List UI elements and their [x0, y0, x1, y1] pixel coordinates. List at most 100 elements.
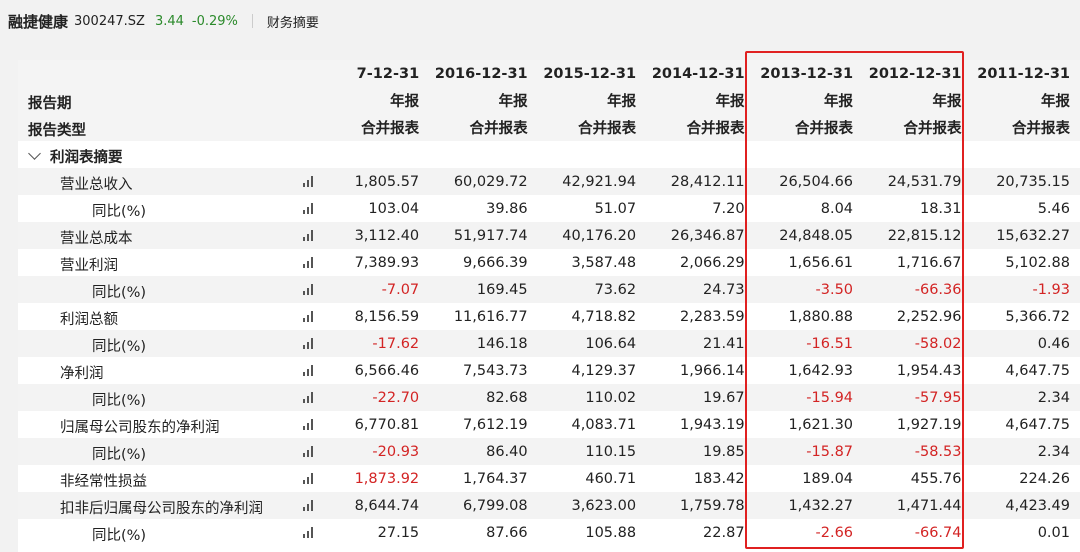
table-cell: 5,102.88 [971, 249, 1080, 276]
table-cell: 20,735.15 [971, 168, 1080, 195]
chevron-down-icon[interactable] [28, 147, 41, 160]
bar-chart-icon[interactable] [302, 527, 317, 538]
row-label-text: 营业利润 [60, 258, 118, 274]
table-cell: 4,647.75 [971, 411, 1080, 438]
table-cell: 7.20 [646, 195, 755, 222]
row-chart-cell[interactable] [296, 276, 324, 303]
column-date: 2015-12-31 [537, 60, 647, 87]
tab-financial-summary[interactable]: 财务摘要 [267, 12, 319, 31]
table-row: 同比(%) -22.70 82.68 110.02 19.67 -15.94 -57.95 2… [18, 384, 1080, 411]
table-row: 非经常性损益 1,873.92 1,764.37 460.71 183.42 189.04… [18, 465, 1080, 492]
table-cell: -7.07 [323, 276, 430, 303]
row-chart-cell[interactable] [296, 195, 324, 222]
section-label[interactable]: 利润表摘要 [18, 141, 297, 168]
row-chart-cell[interactable] [296, 384, 324, 411]
section-cell [863, 141, 972, 168]
table-cell: 4,647.75 [971, 357, 1080, 384]
header-cell: 年报 [537, 87, 647, 114]
bar-chart-icon[interactable] [302, 392, 317, 403]
table-cell: 8.04 [754, 195, 864, 222]
header-cell: 年报 [429, 87, 538, 114]
row-label: 扣非后归属母公司股东的净利润 [18, 492, 297, 519]
row-chart-cell[interactable] [296, 411, 324, 438]
header-cell: 年报 [323, 87, 430, 114]
table-cell: 82.68 [429, 384, 538, 411]
bar-chart-icon[interactable] [302, 446, 317, 457]
table-cell: 1,471.44 [863, 492, 972, 519]
header-label-text: 报告期 [28, 96, 72, 112]
table-row: 营业利润 7,389.93 9,666.39 3,587.48 2,066.29 1,65… [18, 249, 1080, 276]
table-row: 营业总收入 1,805.57 60,029.72 42,921.94 28,412.11… [18, 168, 1080, 195]
section-cell [971, 141, 1080, 168]
bar-chart-icon[interactable] [302, 500, 317, 511]
row-label: 营业总成本 [18, 222, 297, 249]
table-cell: 1,716.67 [863, 249, 972, 276]
table-row: 同比(%) 27.15 87.66 105.88 22.87 -2.66 -66.74 0.0… [18, 519, 1080, 546]
header-cell: 合并报表 [646, 114, 755, 141]
column-date: 7-12-31 [323, 60, 430, 87]
header-cell: 年报 [863, 87, 972, 114]
row-chart-cell[interactable] [296, 438, 324, 465]
table-cell: 24,531.79 [863, 168, 972, 195]
bar-chart-icon[interactable] [302, 473, 317, 484]
bar-chart-icon[interactable] [302, 338, 317, 349]
table-cell: 4,423.49 [971, 492, 1080, 519]
table-cell: -1.93 [971, 276, 1080, 303]
table-cell: 51,917.74 [429, 222, 538, 249]
table-cell: -2.66 [754, 519, 864, 546]
bar-chart-icon[interactable] [302, 311, 317, 322]
column-date: 2011-12-31 [971, 60, 1080, 87]
table-cell: 105.88 [537, 519, 647, 546]
table-cell: 1,432.27 [754, 492, 864, 519]
row-chart-cell[interactable] [296, 303, 324, 330]
column-date: 2016-12-31 [429, 60, 538, 87]
bar-chart-icon[interactable] [302, 203, 317, 214]
table-cell: 3,623.00 [537, 492, 647, 519]
section-cell [323, 141, 430, 168]
table-cell: 1,621.30 [754, 411, 864, 438]
table-cell: -66.74 [863, 519, 972, 546]
stock-name: 融捷健康 [8, 12, 69, 31]
row-chart-cell[interactable] [296, 222, 324, 249]
bar-chart-icon[interactable] [302, 176, 317, 187]
table-cell: 146.18 [429, 330, 538, 357]
table-cell: 2,252.96 [863, 303, 972, 330]
row-label-text: 非经常性损益 [60, 474, 147, 490]
header-row-type: 报告类型 合并报表 合并报表 合并报表 合并报表 合并报表 合并报表 合并报表 [18, 114, 1080, 141]
row-label-text: 同比(%) [92, 528, 147, 544]
row-label: 营业总收入 [18, 168, 297, 195]
stock-price: 3.44 [154, 13, 184, 29]
table-cell: 73.62 [537, 276, 647, 303]
bar-chart-icon[interactable] [302, 284, 317, 295]
bar-chart-icon[interactable] [302, 230, 317, 241]
table-cell: -58.53 [863, 438, 972, 465]
bar-chart-icon[interactable] [302, 419, 317, 430]
table-cell: 9,666.39 [429, 249, 538, 276]
table-cell: -20.93 [323, 438, 430, 465]
row-chart-cell[interactable] [296, 519, 324, 546]
row-label-text: 扣非后归属母公司股东的净利润 [60, 501, 263, 517]
table-cell: 1,873.92 [323, 465, 430, 492]
row-chart-cell[interactable] [296, 465, 324, 492]
row-chart-cell[interactable] [296, 492, 324, 519]
table-row: 营业总成本 3,112.40 51,917.74 40,176.20 26,346.87… [18, 222, 1080, 249]
table-cell: 19.67 [646, 384, 755, 411]
header-divider [251, 14, 253, 28]
row-chart-cell[interactable] [296, 357, 324, 384]
table-cell: 2,283.59 [646, 303, 755, 330]
row-chart-cell[interactable] [296, 168, 324, 195]
bar-chart-icon[interactable] [302, 257, 317, 268]
bar-chart-icon[interactable] [302, 365, 317, 376]
section-cell [646, 141, 755, 168]
row-chart-cell[interactable] [296, 330, 324, 357]
table-cell: 2.34 [971, 384, 1080, 411]
section-spacer [296, 141, 324, 168]
table-row: 同比(%) -20.93 86.40 110.15 19.85 -15.87 -58.53 2… [18, 438, 1080, 465]
table-row: 净利润 6,566.46 7,543.73 4,129.37 1,966.14 1,642… [18, 357, 1080, 384]
row-label-text: 同比(%) [92, 285, 147, 301]
table-cell: 42,921.94 [537, 168, 647, 195]
table-cell: 60,029.72 [429, 168, 538, 195]
row-label: 利润总额 [18, 303, 297, 330]
header-spacer [296, 87, 324, 114]
row-chart-cell[interactable] [296, 249, 324, 276]
